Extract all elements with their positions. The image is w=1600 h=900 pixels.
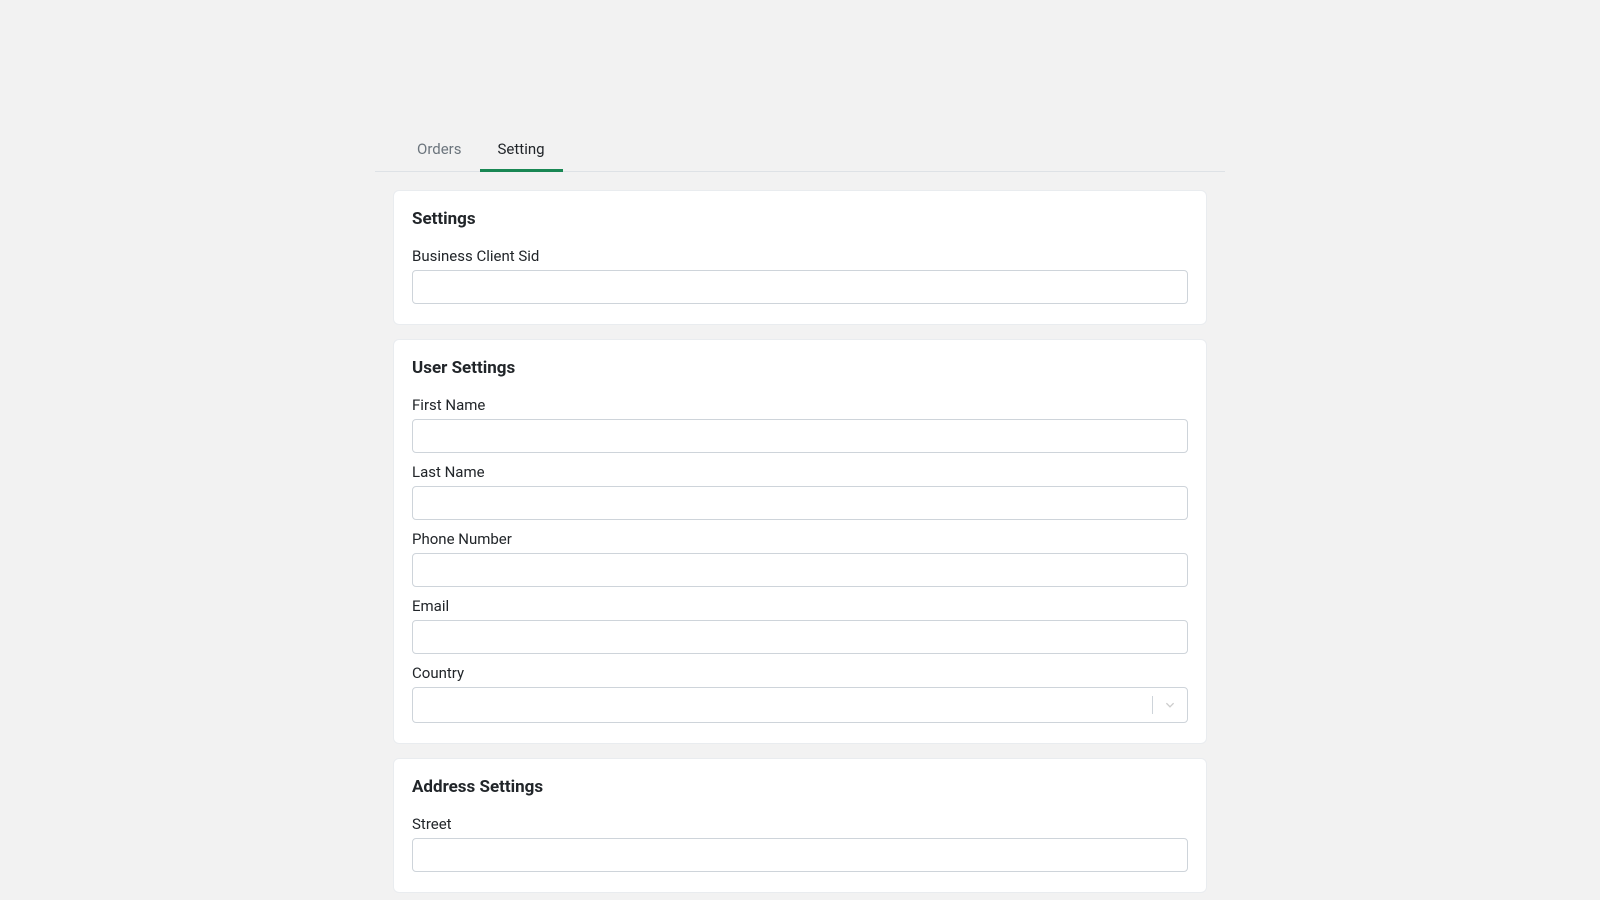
email-label: Email	[412, 597, 1188, 615]
main-container: Orders Setting Settings Business Client …	[375, 0, 1225, 893]
last-name-label: Last Name	[412, 463, 1188, 481]
street-input[interactable]	[412, 838, 1188, 872]
country-label: Country	[412, 664, 1188, 682]
address-settings-card: Address Settings Street	[393, 758, 1207, 893]
user-settings-card: User Settings First Name Last Name Phone…	[393, 339, 1207, 744]
tab-setting[interactable]: Setting	[480, 130, 563, 171]
chevron-down-icon	[1153, 696, 1187, 714]
tab-orders[interactable]: Orders	[399, 130, 480, 171]
phone-number-label: Phone Number	[412, 530, 1188, 548]
country-select-value	[413, 695, 1152, 715]
phone-number-input[interactable]	[412, 553, 1188, 587]
email-group: Email	[412, 597, 1188, 654]
first-name-group: First Name	[412, 396, 1188, 453]
business-client-sid-group: Business Client Sid	[412, 247, 1188, 304]
email-input[interactable]	[412, 620, 1188, 654]
business-client-sid-input[interactable]	[412, 270, 1188, 304]
country-select[interactable]	[412, 687, 1188, 723]
business-client-sid-label: Business Client Sid	[412, 247, 1188, 265]
phone-number-group: Phone Number	[412, 530, 1188, 587]
first-name-input[interactable]	[412, 419, 1188, 453]
user-settings-title: User Settings	[412, 358, 1188, 378]
address-settings-title: Address Settings	[412, 777, 1188, 797]
tabs-bar: Orders Setting	[375, 130, 1225, 172]
street-label: Street	[412, 815, 1188, 833]
first-name-label: First Name	[412, 396, 1188, 414]
settings-card: Settings Business Client Sid	[393, 190, 1207, 325]
settings-title: Settings	[412, 209, 1188, 229]
last-name-group: Last Name	[412, 463, 1188, 520]
last-name-input[interactable]	[412, 486, 1188, 520]
country-group: Country	[412, 664, 1188, 723]
street-group: Street	[412, 815, 1188, 872]
